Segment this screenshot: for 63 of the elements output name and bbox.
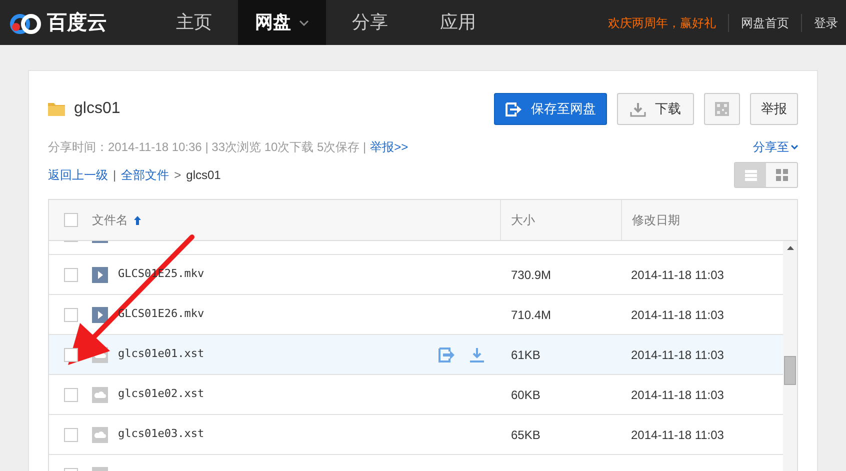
file-name[interactable]: glcs01e03.xst (118, 426, 204, 443)
report-button[interactable]: 举报 (750, 93, 798, 125)
checkbox[interactable] (64, 268, 78, 282)
list-view-toggle[interactable] (735, 163, 766, 187)
list-icon (744, 170, 756, 180)
scroll-up-icon (786, 246, 794, 250)
breadcrumb-current: glcs01 (186, 167, 221, 184)
checkbox[interactable] (64, 308, 78, 322)
folder-title: glcs01 (74, 99, 120, 119)
file-name[interactable]: glcs01e02.xst (118, 386, 204, 403)
back-link[interactable]: 返回上一级 (48, 166, 108, 184)
file-size: 710.4M (511, 308, 552, 322)
scrollbar[interactable] (783, 241, 797, 471)
save-icon[interactable] (438, 346, 455, 362)
file-size: 730.9M (511, 268, 552, 282)
folder-icon (48, 102, 65, 116)
download-button[interactable]: 下载 (617, 93, 694, 125)
all-files-link[interactable]: 全部文件 (121, 166, 170, 184)
cloud-file-icon (92, 426, 108, 442)
file-size: 60KB (511, 388, 540, 402)
save-icon (505, 102, 522, 116)
download-icon (630, 102, 646, 116)
share-to-link[interactable]: 分享至 (753, 138, 798, 156)
save-to-disk-button[interactable]: 保存至网盘 (494, 93, 607, 125)
chevron-down-icon (791, 144, 798, 150)
share-meta: 分享时间：2014-11-18 10:36 | 33次浏览 10次下载 5次保存 | (48, 139, 366, 156)
modified-date: 2014-11-18 11:03 (631, 308, 724, 322)
file-name[interactable]: GLCS01E26.mkv (118, 306, 204, 323)
report-link[interactable]: 举报>> (370, 138, 408, 156)
modified-date: 2014-11-18 11:03 (631, 268, 724, 282)
nav-tab[interactable]: 应用 (414, 0, 502, 45)
nav-tab[interactable]: 网盘 (238, 0, 326, 45)
nav-tab[interactable]: 分享 (326, 0, 414, 45)
sort-up-icon (134, 216, 141, 224)
scrollbar-thumb[interactable] (784, 356, 796, 385)
promo-link[interactable]: 欢庆两周年，赢好礼 (608, 14, 728, 32)
breadcrumb-separator: | (113, 167, 116, 184)
qr-code-button[interactable] (704, 93, 740, 125)
modified-date: 2014-11-18 11:03 (631, 388, 724, 402)
modified-date: 2014-11-18 11:03 (631, 428, 724, 442)
checkbox[interactable] (64, 388, 78, 402)
qr-code-icon (715, 102, 729, 116)
file-size: 65KB (511, 428, 540, 442)
cloud-file-icon (92, 386, 108, 402)
breadcrumb-arrow: > (174, 167, 182, 184)
column-header[interactable]: 修改日期 (632, 211, 680, 229)
modified-date: 2014-11-18 11:03 (631, 348, 724, 362)
checkbox[interactable] (64, 213, 78, 227)
video-file-icon (92, 266, 108, 282)
nav-link[interactable]: 登录 (801, 14, 838, 32)
checkbox[interactable] (64, 428, 78, 442)
video-file-icon (92, 306, 108, 322)
logo-text: 百度云 (47, 10, 107, 36)
grid-icon (776, 169, 788, 181)
file-size: 61KB (511, 348, 540, 362)
nav-tab[interactable]: 主页 (150, 0, 238, 45)
file-name[interactable]: glcs01e01.xst (118, 346, 204, 363)
column-header[interactable]: 大小 (511, 211, 535, 229)
checkbox[interactable] (64, 348, 78, 362)
grid-view-toggle[interactable] (766, 163, 797, 187)
column-header[interactable]: 文件名 (92, 211, 141, 229)
nav-link[interactable]: 网盘首页 (728, 14, 801, 32)
download-icon[interactable] (469, 346, 485, 362)
